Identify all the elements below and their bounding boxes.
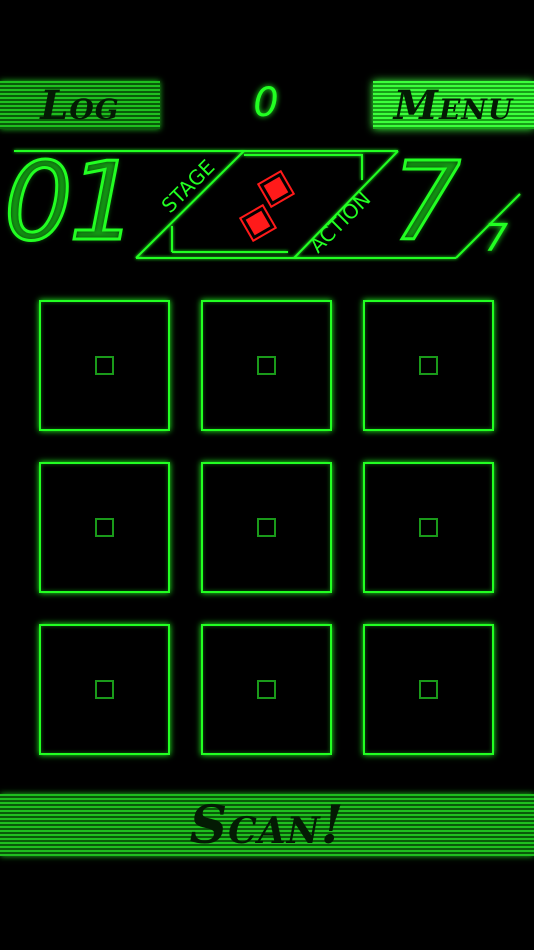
cell-marker-icon bbox=[419, 518, 438, 537]
cell-marker-icon bbox=[419, 356, 438, 375]
cell-marker-icon bbox=[257, 680, 276, 699]
life-icon bbox=[263, 176, 289, 202]
cell-marker-icon bbox=[257, 518, 276, 537]
grid-cell[interactable] bbox=[39, 462, 170, 593]
cell-marker-icon bbox=[95, 680, 114, 699]
grid-cell[interactable] bbox=[363, 462, 494, 593]
menu-button-label: Menu bbox=[393, 81, 514, 129]
grid-cell[interactable] bbox=[201, 624, 332, 755]
log-button[interactable]: Log bbox=[0, 81, 160, 129]
score-counter: 0 bbox=[253, 80, 279, 126]
menu-button[interactable]: Menu bbox=[373, 81, 534, 129]
cell-marker-icon bbox=[257, 356, 276, 375]
scan-button-label: Scan! bbox=[189, 794, 345, 856]
status-hud: 01 STAGE ACTION 7 7 bbox=[0, 139, 534, 270]
action-label: ACTION bbox=[305, 187, 376, 258]
cell-marker-icon bbox=[419, 680, 438, 699]
action-number: 7 bbox=[391, 139, 463, 267]
log-button-label: Log bbox=[40, 81, 120, 129]
action-max: 7 bbox=[484, 216, 509, 260]
grid-cell[interactable] bbox=[363, 624, 494, 755]
lives-indicator bbox=[238, 169, 296, 243]
grid-cell[interactable] bbox=[39, 300, 170, 431]
scan-button[interactable]: Scan! bbox=[0, 794, 534, 856]
cell-marker-icon bbox=[95, 356, 114, 375]
grid-cell[interactable] bbox=[363, 300, 494, 431]
life-icon bbox=[245, 210, 271, 236]
cell-marker-icon bbox=[95, 518, 114, 537]
grid-cell[interactable] bbox=[201, 300, 332, 431]
grid-cell[interactable] bbox=[201, 462, 332, 593]
grid-cell[interactable] bbox=[39, 624, 170, 755]
